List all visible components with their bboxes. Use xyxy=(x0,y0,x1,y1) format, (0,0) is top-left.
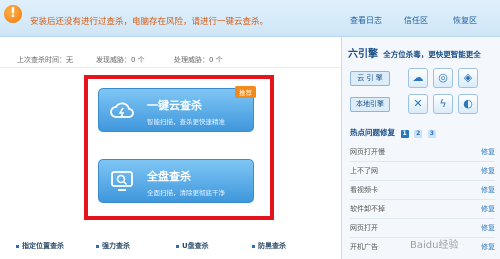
full-scan-title: 全盘查杀 xyxy=(147,170,191,183)
bullet-icon xyxy=(16,244,19,248)
full-scan-desc: 全面扫描，清除更彻底干净 xyxy=(147,189,225,197)
monitor-scan-icon xyxy=(111,171,133,191)
anti-hack-scan-link[interactable]: 防黑查杀 xyxy=(252,241,286,251)
divider xyxy=(350,180,495,181)
alert-message: 安装后还没有进行过查杀，电脑存在风险，请进行一键云查杀。 xyxy=(30,17,269,27)
trust-zone-link[interactable]: 信任区 xyxy=(404,15,428,26)
fix-link[interactable]: 修复 xyxy=(481,242,495,252)
faq-item: 网页打开 修复 xyxy=(350,223,495,233)
engine-panel-header: 六引擎 全方位杀毒，更快更智能更全 xyxy=(348,45,481,60)
divider xyxy=(350,161,495,162)
bullet-icon xyxy=(176,244,179,248)
watermark: Baidu经验 xyxy=(410,240,459,251)
usb-scan-link[interactable]: U盘查杀 xyxy=(176,241,209,251)
divider xyxy=(350,218,495,219)
faq-item: 看视频卡 修复 xyxy=(350,185,495,195)
powerful-scan-link[interactable]: 强力查杀 xyxy=(96,241,130,251)
custom-location-scan-link[interactable]: 指定位置查杀 xyxy=(16,241,64,251)
lightning-engine-icon[interactable]: ϟ xyxy=(433,94,453,114)
divider xyxy=(0,67,340,68)
faq-page-3[interactable]: 3 xyxy=(427,130,436,138)
local-engine-label: 本地引擎 xyxy=(350,97,390,112)
quick-scan-title: 一键云查杀 xyxy=(147,99,202,112)
recommended-badge: 推荐 xyxy=(235,86,256,98)
faq-page-1[interactable]: 1 xyxy=(400,130,409,138)
scan-mode-links: 指定位置查杀 强力查杀 U盘查杀 防黑查杀 xyxy=(0,238,340,252)
hot-issues-title: 热点问题修复 xyxy=(350,128,395,137)
bullet-icon xyxy=(96,244,99,248)
cloud-engine-icon[interactable]: ☁ xyxy=(408,68,428,88)
orbit-engine-icon[interactable]: ◎ xyxy=(433,68,453,88)
handled-threats: 处理威胁：0 个 xyxy=(174,56,223,64)
cloud-scan-icon xyxy=(110,102,134,118)
scan-stats: 上次查杀时间：无 发现威胁：0 个 处理威胁：0 个 xyxy=(0,52,340,66)
fix-link[interactable]: 修复 xyxy=(481,166,495,176)
tools-engine-icon[interactable]: ✕ xyxy=(408,94,428,114)
shield-engine-icon[interactable]: ◈ xyxy=(458,68,478,88)
fix-link[interactable]: 修复 xyxy=(481,204,495,214)
divider xyxy=(350,199,495,200)
engine-slogan: 全方位杀毒，更快更智能更全 xyxy=(383,50,481,59)
faq-item: 上不了网 修复 xyxy=(350,166,495,176)
bullet-icon xyxy=(252,244,255,248)
faq-page-2[interactable]: 2 xyxy=(414,130,423,138)
quick-cloud-scan-button[interactable]: 一键云查杀 智能扫描，查杀更快速精准 推荐 xyxy=(98,86,256,132)
engine-panel: 六引擎 全方位杀毒，更快更智能更全 云 引 擎 ☁ ◎ ◈ 本地引擎 ✕ ϟ ◐… xyxy=(341,37,500,259)
engine-title: 六引擎 xyxy=(348,49,378,60)
fix-link[interactable]: 修复 xyxy=(481,223,495,233)
full-disk-scan-button[interactable]: 全盘查杀 全面扫描，清除更彻底干净 xyxy=(98,159,254,203)
hot-issues-header: 热点问题修复 1 2 3 xyxy=(350,127,436,138)
cloud-engine-label: 云 引 擎 xyxy=(350,71,390,86)
faq-item: 软件卸不掉 修复 xyxy=(350,204,495,214)
restore-zone-link[interactable]: 恢复区 xyxy=(453,15,477,26)
faq-item: 网页打开慢 修复 xyxy=(350,147,495,157)
fix-link[interactable]: 修复 xyxy=(481,147,495,157)
fix-link[interactable]: 修复 xyxy=(481,185,495,195)
last-scan-time: 上次查杀时间：无 xyxy=(17,56,73,64)
defense-engine-icon[interactable]: ◐ xyxy=(458,94,478,114)
found-threats: 发现威胁：0 个 xyxy=(96,56,145,64)
alert-bar: ! 安装后还没有进行过查杀，电脑存在风险，请进行一键云查杀。 查看日志 信任区 … xyxy=(0,0,500,37)
exclamation-icon: ! xyxy=(4,5,22,23)
view-log-link[interactable]: 查看日志 xyxy=(350,15,382,26)
quick-scan-desc: 智能扫描，查杀更快速精准 xyxy=(147,118,225,126)
